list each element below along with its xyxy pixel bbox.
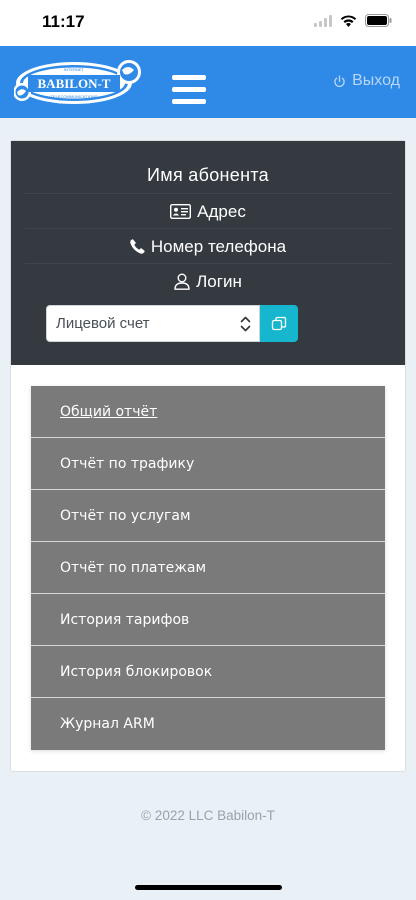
home-indicator[interactable] xyxy=(135,885,282,890)
hamburger-line xyxy=(172,75,206,80)
menu-item-general-report[interactable]: Общий отчёт xyxy=(31,386,385,438)
menu-item-tariff-history[interactable]: История тарифов xyxy=(31,594,385,646)
user-icon xyxy=(174,273,190,290)
account-select-value: Лицевой счет xyxy=(56,315,150,332)
logout-label: Выход xyxy=(352,72,400,89)
status-time: 11:17 xyxy=(42,12,85,31)
phone-label: Номер телефона xyxy=(150,236,287,256)
menu-item-block-history[interactable]: История блокировок xyxy=(31,646,385,698)
id-card-icon xyxy=(170,204,192,219)
login-label: Логин xyxy=(196,271,242,291)
menu-item-traffic-report[interactable]: Отчёт по трафику xyxy=(31,438,385,490)
babilon-logo[interactable]: BABILON-T INTERNET TELECOMMUNICATIONS xyxy=(13,58,144,108)
wifi-icon xyxy=(340,14,357,27)
select-arrows-icon xyxy=(240,316,251,332)
menu-item-services-report[interactable]: Отчёт по услугам xyxy=(31,490,385,542)
footer-copyright: © 2022 LLC Babilon-T xyxy=(141,808,275,823)
account-card: Имя абонента Адрес Номер телефона Логин … xyxy=(10,140,406,772)
logo-text: BABILON-T xyxy=(38,76,111,91)
account-selector-group: Лицевой счет xyxy=(46,305,298,342)
account-select[interactable]: Лицевой счет xyxy=(46,305,260,342)
power-icon xyxy=(334,74,345,87)
status-bar: 11:17 xyxy=(0,0,416,46)
login-row: Логин xyxy=(25,263,391,299)
battery-icon xyxy=(365,14,392,27)
logo-top-text: INTERNET xyxy=(64,67,85,72)
phone-row: Номер телефона xyxy=(25,228,391,264)
report-menu: Общий отчёт Отчёт по трафику Отчёт по ус… xyxy=(31,386,385,750)
signal-icon xyxy=(314,14,332,27)
address-row: Адрес xyxy=(25,193,391,229)
menu-item-arm-journal[interactable]: Журнал ARM xyxy=(31,698,385,750)
subscriber-profile: Имя абонента Адрес Номер телефона Логин … xyxy=(11,141,405,365)
menu-item-payments-report[interactable]: Отчёт по платежам xyxy=(31,542,385,594)
menu-toggle-button[interactable] xyxy=(172,75,206,105)
subscriber-name: Имя абонента xyxy=(147,165,269,185)
logout-button[interactable]: Выход xyxy=(333,72,400,90)
address-label: Адрес xyxy=(197,201,246,221)
hamburger-line xyxy=(172,99,206,104)
phone-icon xyxy=(130,239,145,254)
copy-button[interactable] xyxy=(260,305,298,342)
navbar: BABILON-T INTERNET TELECOMMUNICATIONS Вы… xyxy=(0,46,416,118)
logo-bottom-text: TELECOMMUNICATIONS xyxy=(50,94,97,99)
status-icons xyxy=(314,14,392,27)
hamburger-line xyxy=(172,87,206,92)
copy-icon xyxy=(271,316,287,330)
